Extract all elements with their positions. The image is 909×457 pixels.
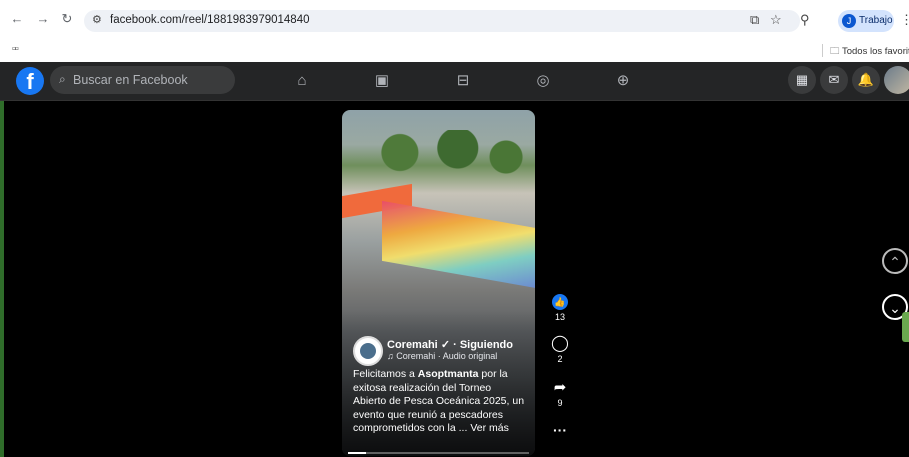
like-count: 13	[554, 312, 565, 322]
chevron-up-icon: ⌃	[889, 254, 901, 270]
video-progress-fill	[348, 452, 367, 454]
profile-avatar: J	[842, 14, 856, 28]
comment-button[interactable]: ◯ 2	[548, 335, 572, 365]
menu-icon[interactable]: ⋮	[900, 12, 909, 28]
comment-count: 2	[557, 354, 563, 364]
menu-grid-icon[interactable]: ▦	[788, 66, 816, 94]
chevron-down-icon: ⌄	[889, 300, 901, 316]
video-progress-bar[interactable]	[348, 452, 529, 454]
see-more-link[interactable]: Ver más	[470, 422, 509, 434]
author-avatar[interactable]	[353, 336, 383, 366]
messenger-icon[interactable]: ✉	[820, 66, 848, 94]
facebook-header: f ⌕ Buscar en Facebook ⌂ ▣ ⊟ ◎ ⊕ ▦ ✉ 🔔	[0, 62, 909, 101]
left-edge-strip	[0, 101, 4, 457]
side-panel-tab[interactable]	[902, 312, 909, 342]
install-icon[interactable]: ⧉	[750, 12, 759, 28]
profile-button[interactable]: J Trabajo	[838, 10, 894, 32]
toolbar: ← → ↻ ⚙ facebook.com/reel/18819839790148…	[0, 0, 909, 40]
author-name[interactable]: Coremahi	[387, 339, 438, 351]
notifications-icon[interactable]: 🔔	[852, 66, 880, 94]
apps-icon[interactable]: ▫▫	[12, 43, 19, 55]
like-icon: 👍	[552, 294, 568, 310]
back-icon[interactable]: ←	[8, 10, 26, 28]
browser-chrome: ← → ↻ ⚙ facebook.com/reel/18819839790148…	[0, 0, 909, 62]
video-scene-striped-tent	[382, 200, 535, 290]
video-scene-trees	[342, 130, 535, 175]
reels-icon[interactable]: ▣	[371, 70, 393, 92]
reel-video[interactable]: Coremahi ✓ · Siguiendo ♫ Coremahi · Audi…	[342, 110, 535, 456]
follow-status[interactable]: · Siguiendo	[453, 339, 513, 351]
author-line[interactable]: Coremahi ✓ · Siguiendo	[387, 338, 513, 351]
reel-caption: Felicitamos a Asoptmanta por la exitosa …	[353, 368, 525, 436]
share-count: 9	[557, 398, 563, 408]
caption-mention[interactable]: Asoptmanta	[418, 368, 479, 380]
like-button[interactable]: 👍 13	[548, 294, 572, 322]
facebook-logo[interactable]: f	[16, 67, 44, 95]
groups-icon[interactable]: ◎	[532, 70, 554, 92]
previous-reel-button[interactable]: ⌃	[882, 248, 908, 274]
bookmarks-divider	[822, 44, 823, 57]
more-options-icon[interactable]: ···	[548, 422, 572, 438]
verified-icon: ✓	[440, 339, 451, 351]
all-bookmarks-folder[interactable]: 🗀 Todos los favoritos	[830, 44, 909, 60]
bookmarks-bar: ▫▫ 🗀 Todos los favoritos	[0, 40, 909, 62]
address-bar[interactable]: ⚙ facebook.com/reel/1881983979014840	[84, 10, 800, 32]
extensions-icon[interactable]: ⚲	[800, 12, 810, 28]
forward-icon[interactable]: →	[34, 10, 52, 28]
account-avatar[interactable]	[884, 66, 909, 94]
share-icon: ➦	[553, 379, 567, 396]
gaming-icon[interactable]: ⊕	[612, 70, 634, 92]
comment-icon: ◯	[551, 335, 569, 352]
search-placeholder: Buscar en Facebook	[73, 73, 188, 87]
caption-prefix: Felicitamos a	[353, 368, 418, 380]
search-input[interactable]: ⌕ Buscar en Facebook	[50, 66, 235, 94]
url-text[interactable]: facebook.com/reel/1881983979014840	[110, 14, 310, 26]
home-icon[interactable]: ⌂	[291, 70, 313, 92]
search-icon: ⌕	[59, 72, 66, 86]
folder-icon: 🗀	[830, 46, 840, 57]
marketplace-icon[interactable]: ⊟	[452, 70, 474, 92]
profile-name: Trabajo	[859, 15, 893, 26]
reload-icon[interactable]: ↻	[58, 10, 76, 28]
share-button[interactable]: ➦ 9	[548, 379, 572, 409]
site-info-icon[interactable]: ⚙	[92, 13, 102, 26]
bookmark-star-icon[interactable]: ☆	[770, 12, 782, 28]
audio-label[interactable]: ♫ Coremahi · Audio original	[387, 351, 497, 361]
all-bookmarks-label: Todos los favoritos	[841, 46, 909, 57]
